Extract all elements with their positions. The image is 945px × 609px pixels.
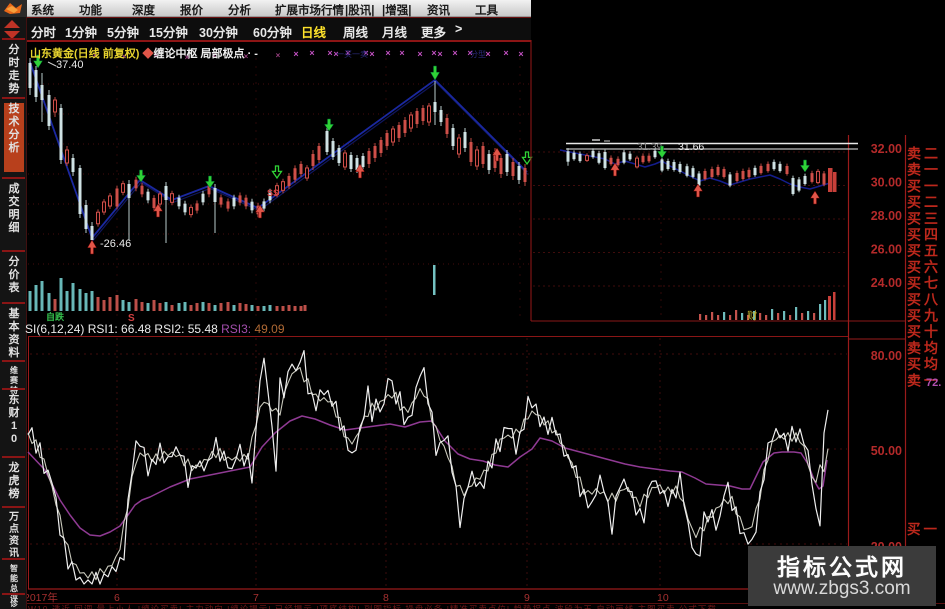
svg-text:×: × <box>399 48 404 58</box>
svg-text:财: 财 <box>747 309 758 322</box>
svg-text:80.00: 80.00 <box>871 349 902 363</box>
svg-text:买三: 买三 <box>907 210 941 226</box>
svg-text:卖均: 卖均 <box>907 340 941 356</box>
svg-text:×: × <box>369 49 374 59</box>
svg-text:×: × <box>309 48 314 58</box>
svg-text:×: × <box>485 49 490 59</box>
svg-text:×: × <box>518 49 523 59</box>
svg-text:买一: 买一 <box>907 178 941 194</box>
svg-text:买九: 买九 <box>907 308 941 324</box>
svg-text:买八: 买八 <box>907 291 941 307</box>
svg-text:买一: 买一 <box>907 522 940 537</box>
svg-text:72.: 72. <box>926 377 941 389</box>
svg-text:买均: 买均 <box>907 356 941 372</box>
svg-text:×: × <box>293 49 298 59</box>
svg-text:26.00: 26.00 <box>871 243 902 257</box>
svg-text:×: × <box>385 48 390 58</box>
svg-text:卖一: 卖一 <box>907 162 941 178</box>
svg-text:买二: 买二 <box>907 194 941 210</box>
svg-text:买四: 买四 <box>907 227 941 243</box>
svg-text:×: × <box>452 48 457 58</box>
svg-text:28.00: 28.00 <box>871 209 902 223</box>
svg-text:30.00: 30.00 <box>871 176 902 190</box>
svg-text:×: × <box>417 49 422 59</box>
svg-text:卖二: 卖二 <box>907 146 941 162</box>
svg-text:买五: 买五 <box>907 243 941 259</box>
svg-text:分型: 分型 <box>470 50 486 59</box>
svg-text:×: × <box>437 49 442 59</box>
svg-text:买七: 买七 <box>907 275 941 291</box>
svg-text:SS: SS <box>267 188 279 198</box>
svg-text:31.66: 31.66 <box>678 141 704 153</box>
svg-text:37.40: 37.40 <box>56 59 84 71</box>
svg-text:32.00: 32.00 <box>871 142 902 156</box>
svg-text:24.00: 24.00 <box>871 276 902 290</box>
svg-text:买十: 买十 <box>907 324 941 340</box>
svg-text:×: × <box>503 48 508 58</box>
svg-text:×: × <box>327 48 332 58</box>
svg-text:×: × <box>276 51 281 60</box>
svg-text:50.00: 50.00 <box>871 444 902 458</box>
svg-text:买六: 买六 <box>907 259 941 275</box>
svg-text:一买一卖: 一买一卖 <box>336 50 368 59</box>
svg-text:自跌: 自跌 <box>46 311 65 322</box>
svg-text:×: × <box>431 48 436 58</box>
svg-text:-26.46: -26.46 <box>100 238 131 250</box>
